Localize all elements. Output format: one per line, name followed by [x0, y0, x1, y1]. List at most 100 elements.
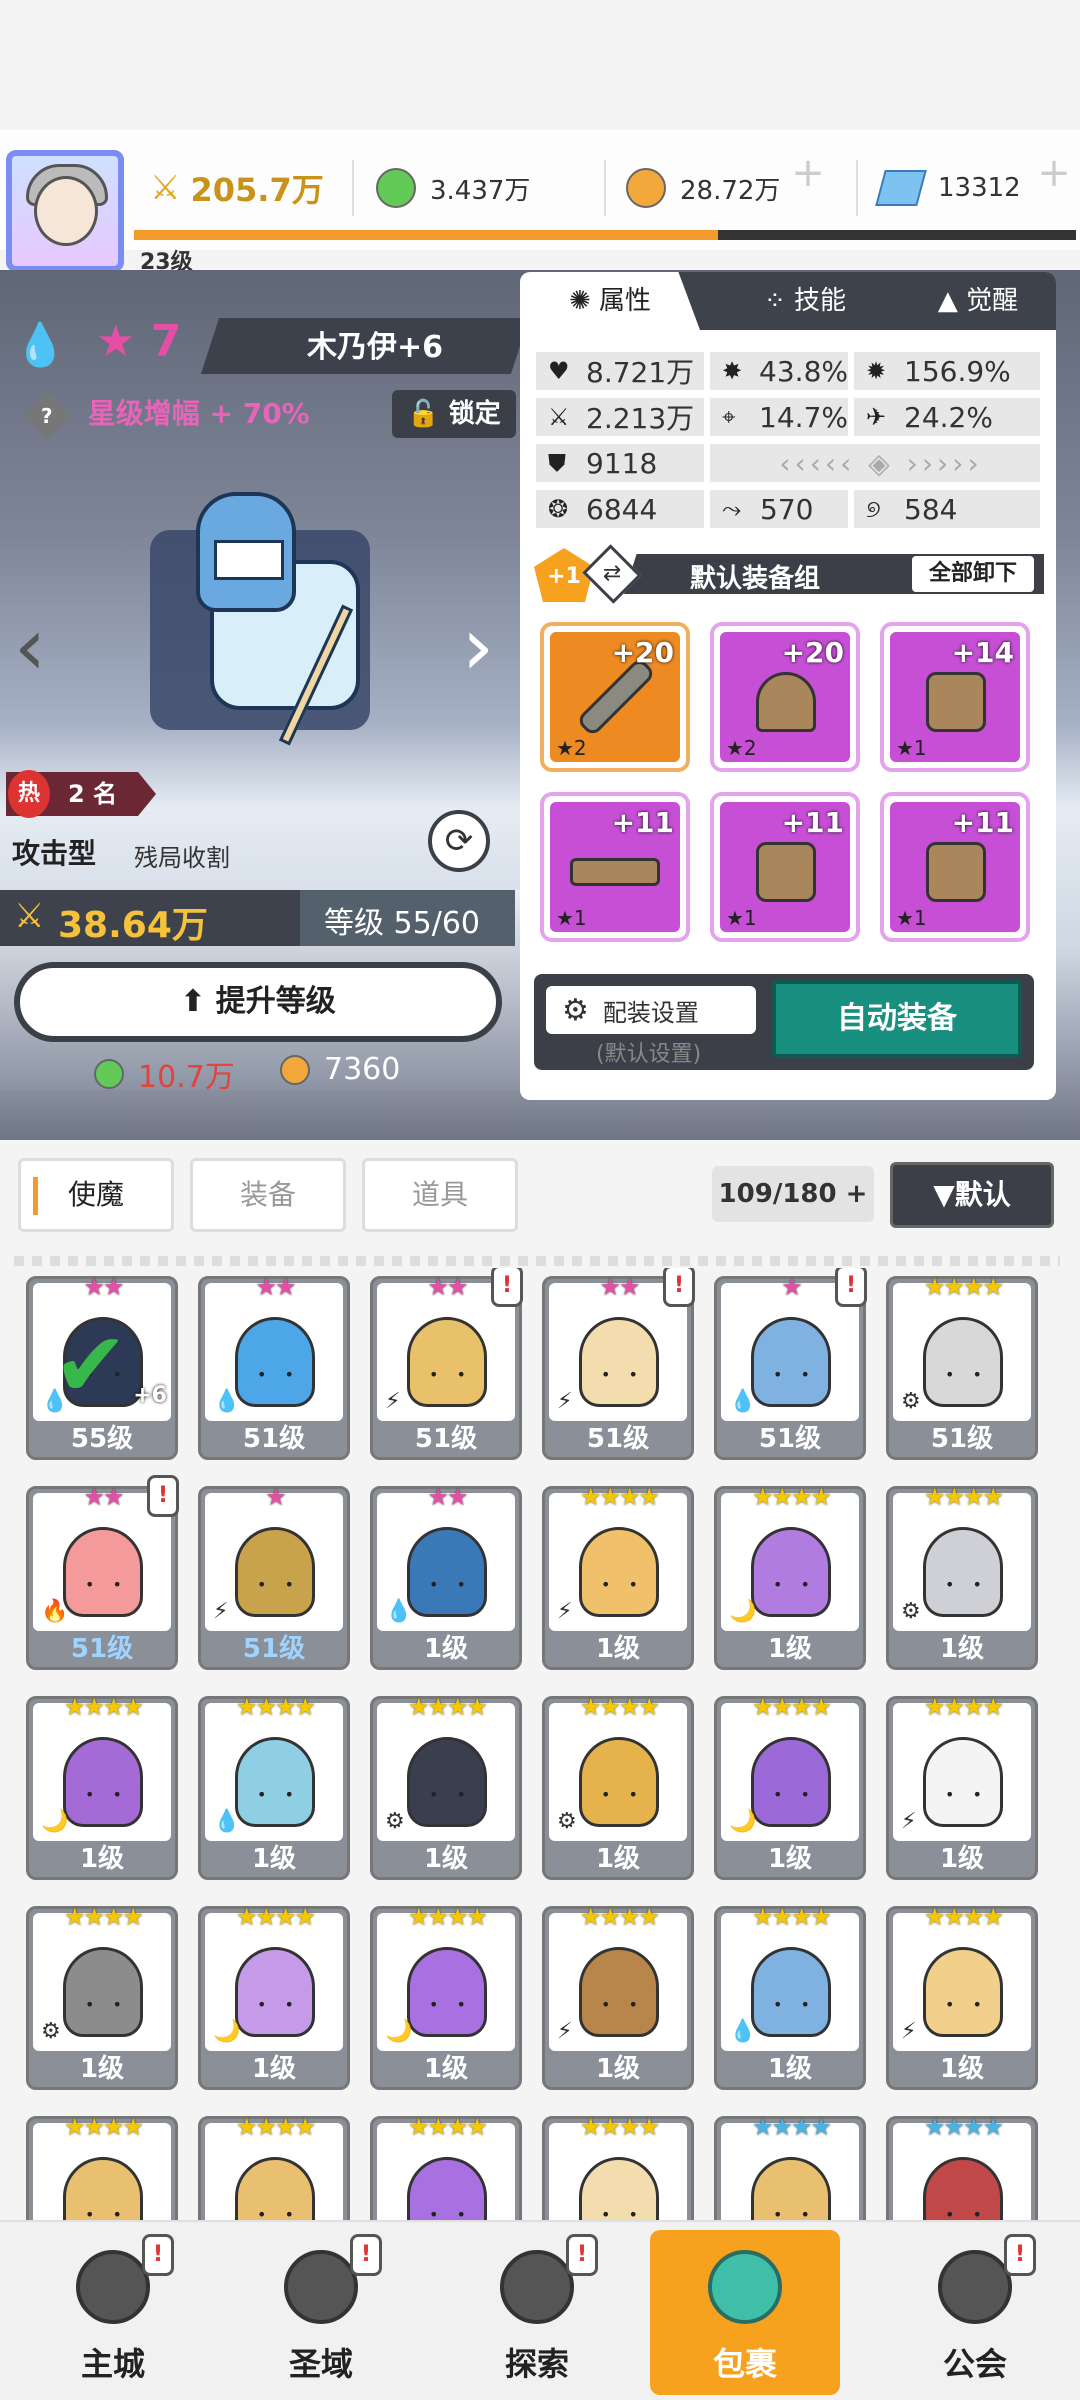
- familiar-eyes: ••: [85, 2205, 140, 2220]
- familiar-card[interactable]: •• ⚡ ★★ 51级!: [542, 1268, 695, 1460]
- familiar-card[interactable]: •• ⚙ ★★★★ 1级: [542, 1693, 694, 1880]
- familiar-avatar: [407, 1737, 487, 1827]
- familiar-card[interactable]: •• ⚙ ★★★★ 1级: [370, 1693, 522, 1880]
- rotate-view-icon[interactable]: ⟳: [428, 810, 490, 872]
- familiar-card[interactable]: •• ⚡ ★ 51级: [198, 1483, 350, 1670]
- familiar-avatar: [579, 1527, 659, 1617]
- gear-icon: ⚙: [562, 992, 589, 1028]
- familiar-card[interactable]: •• ★★★★: [714, 2113, 866, 2220]
- familiar-card[interactable]: •• 💧 ★ 51级!: [714, 1268, 867, 1460]
- familiar-card[interactable]: •• ⚡ ★★★★ 1级: [886, 1693, 1038, 1880]
- tab-items[interactable]: 道具: [362, 1158, 518, 1232]
- nav-item-3[interactable]: 探索 !: [462, 2230, 612, 2395]
- familiar-card[interactable]: •• ★★★★: [26, 2113, 178, 2220]
- familiar-card[interactable]: •• ★★★★: [370, 2113, 522, 2220]
- equip-slot-boots[interactable]: +11 ★1: [880, 792, 1030, 942]
- familiar-card[interactable]: •• 💧 ★★★★ 1级: [714, 1903, 866, 2090]
- star-bonus[interactable]: ? 星级增幅 + 70%: [22, 391, 310, 441]
- familiar-card[interactable]: •• 🌙 ★★★★ 1级: [714, 1693, 866, 1880]
- nav-item-2[interactable]: 圣域 !: [246, 2230, 396, 2395]
- familiar-card[interactable]: •• 🌙 ★★★★ 1级: [198, 1903, 350, 2090]
- swap-set-icon[interactable]: ⇄: [582, 544, 642, 604]
- nav-item-5[interactable]: 公会 !: [900, 2230, 1050, 2395]
- familiar-card[interactable]: •• ⚡ ★★ 51级!: [370, 1268, 523, 1460]
- familiar-eyes: ••: [257, 2205, 312, 2220]
- familiar-portrait: •• ⚡: [205, 1493, 343, 1631]
- familiar-level: 1级: [423, 1844, 469, 1874]
- green-currency[interactable]: 3.437万: [376, 160, 530, 216]
- tab-label: 觉醒: [966, 286, 1019, 316]
- nav-item-1[interactable]: 主城 !: [38, 2230, 188, 2395]
- familiar-portrait: •• ⚡: [549, 1913, 687, 2051]
- helmet-icon: [756, 672, 816, 732]
- nav-item-4[interactable]: 包裹: [650, 2230, 840, 2395]
- equip-slot-necklace[interactable]: +11 ★1: [710, 792, 860, 942]
- element-icon: 🌙: [213, 2019, 241, 2044]
- familiar-card[interactable]: •• 💧 ★★ 1级: [370, 1483, 522, 1670]
- familiar-card[interactable]: •• 🌙 ★★★★ 1级: [714, 1483, 866, 1670]
- familiar-card[interactable]: •• 💧 ★★ 51级: [198, 1273, 350, 1460]
- familiar-card[interactable]: •• 💧 ✔ +6 ★★ 55级: [26, 1273, 178, 1460]
- familiar-card[interactable]: •• ⚙ ★★★★ 1级: [26, 1903, 178, 2090]
- equip-slot-belt[interactable]: +11 ★1: [540, 792, 690, 942]
- familiar-level: 51级: [414, 1424, 478, 1454]
- gem-currency[interactable]: 13312: [875, 160, 1021, 216]
- tab-familiars[interactable]: 使魔: [18, 1158, 174, 1232]
- familiar-eyes: ••: [945, 2205, 1000, 2220]
- boots-icon: [926, 842, 986, 902]
- inventory-count[interactable]: 109/180 +: [712, 1166, 874, 1222]
- stat-value: 8.721万: [586, 356, 695, 389]
- player-avatar[interactable]: [6, 150, 124, 272]
- familiar-card[interactable]: •• 💧 ★★★★ 1级: [198, 1693, 350, 1880]
- prev-hero-arrow[interactable]: ‹: [14, 600, 46, 693]
- upgrade-level-button[interactable]: ⬆ 提升等级: [14, 962, 502, 1042]
- tab-awaken[interactable]: ▲ 觉醒: [900, 272, 1056, 330]
- familiar-card[interactable]: •• ★★★★: [886, 2113, 1038, 2220]
- tab-attributes[interactable]: ✺ 属性: [520, 272, 700, 330]
- familiar-card[interactable]: •• ⚙ ★★★★ 51级: [886, 1273, 1038, 1460]
- familiar-stars: ★★★★: [63, 2113, 144, 2141]
- element-icon: ⚙: [557, 1809, 577, 1834]
- tab-label: 属性: [599, 286, 652, 316]
- sort-dropdown[interactable]: ▼默认: [890, 1162, 1054, 1228]
- familiar-card[interactable]: •• ⚡ ★★★★ 1级: [542, 1483, 694, 1670]
- equip-slot-armor[interactable]: +14 ★1: [880, 622, 1030, 772]
- slot-stars: ★1: [556, 906, 587, 930]
- familiar-level: 1级: [767, 2054, 813, 2084]
- familiar-card[interactable]: •• ⚙ ★★★★ 1级: [886, 1483, 1038, 1670]
- familiar-stars: ★★★★: [923, 1273, 1004, 1301]
- familiar-card[interactable]: •• ⚡ ★★★★ 1级: [542, 1903, 694, 2090]
- tab-label: 技能: [794, 286, 847, 316]
- familiar-card[interactable]: •• 🔥 ★★ 51级!: [26, 1475, 179, 1670]
- familiar-level: 1级: [939, 1634, 985, 1664]
- lock-label: 锁定: [448, 399, 501, 429]
- panel-tabs: ✺ 属性 ⁘ 技能 ▲ 觉醒: [520, 272, 1056, 330]
- unequip-all-button[interactable]: 全部卸下: [912, 556, 1034, 592]
- familiar-stars: ★★★★: [63, 1903, 144, 1931]
- equip-set-name: 默认装备组: [690, 564, 821, 594]
- familiar-portrait: •• 💧: [377, 1493, 515, 1631]
- familiar-level: 51级: [930, 1424, 994, 1454]
- gold-currency[interactable]: 28.72万: [626, 160, 780, 216]
- loadout-settings-button[interactable]: ⚙ 配装设置: [546, 986, 756, 1034]
- familiar-card[interactable]: •• 🌙 ★★★★ 1级: [26, 1693, 178, 1880]
- familiar-card[interactable]: •• ⚡ ★★★★ 1级: [886, 1903, 1038, 2090]
- slot-stars: ★2: [726, 736, 757, 760]
- familiar-card[interactable]: •• ★★★★: [198, 2113, 350, 2220]
- equip-slot-sword[interactable]: +20 ★2: [540, 622, 690, 772]
- tab-equipment[interactable]: 装备: [190, 1158, 346, 1232]
- familiar-card[interactable]: •• 🌙 ★★★★ 1级: [370, 1903, 522, 2090]
- familiar-portrait: •• ⚙: [893, 1493, 1031, 1631]
- add-gold-icon[interactable]: +: [790, 153, 826, 194]
- familiar-portrait: •• ⚡: [893, 1703, 1031, 1841]
- lock-button[interactable]: 🔓 锁定: [392, 390, 516, 438]
- familiar-card[interactable]: •• ★★★★: [542, 2113, 694, 2220]
- cost-green-value: 10.7万: [138, 1060, 235, 1095]
- auto-equip-button[interactable]: 自动装备: [772, 980, 1022, 1058]
- slot-stars: ★1: [726, 906, 757, 930]
- equip-slot-helmet[interactable]: +20 ★2: [710, 622, 860, 772]
- familiar-avatar: [923, 1317, 1003, 1407]
- tab-skills[interactable]: ⁘ 技能: [720, 272, 890, 330]
- next-hero-arrow[interactable]: ›: [462, 600, 494, 693]
- add-gem-icon[interactable]: +: [1036, 153, 1072, 194]
